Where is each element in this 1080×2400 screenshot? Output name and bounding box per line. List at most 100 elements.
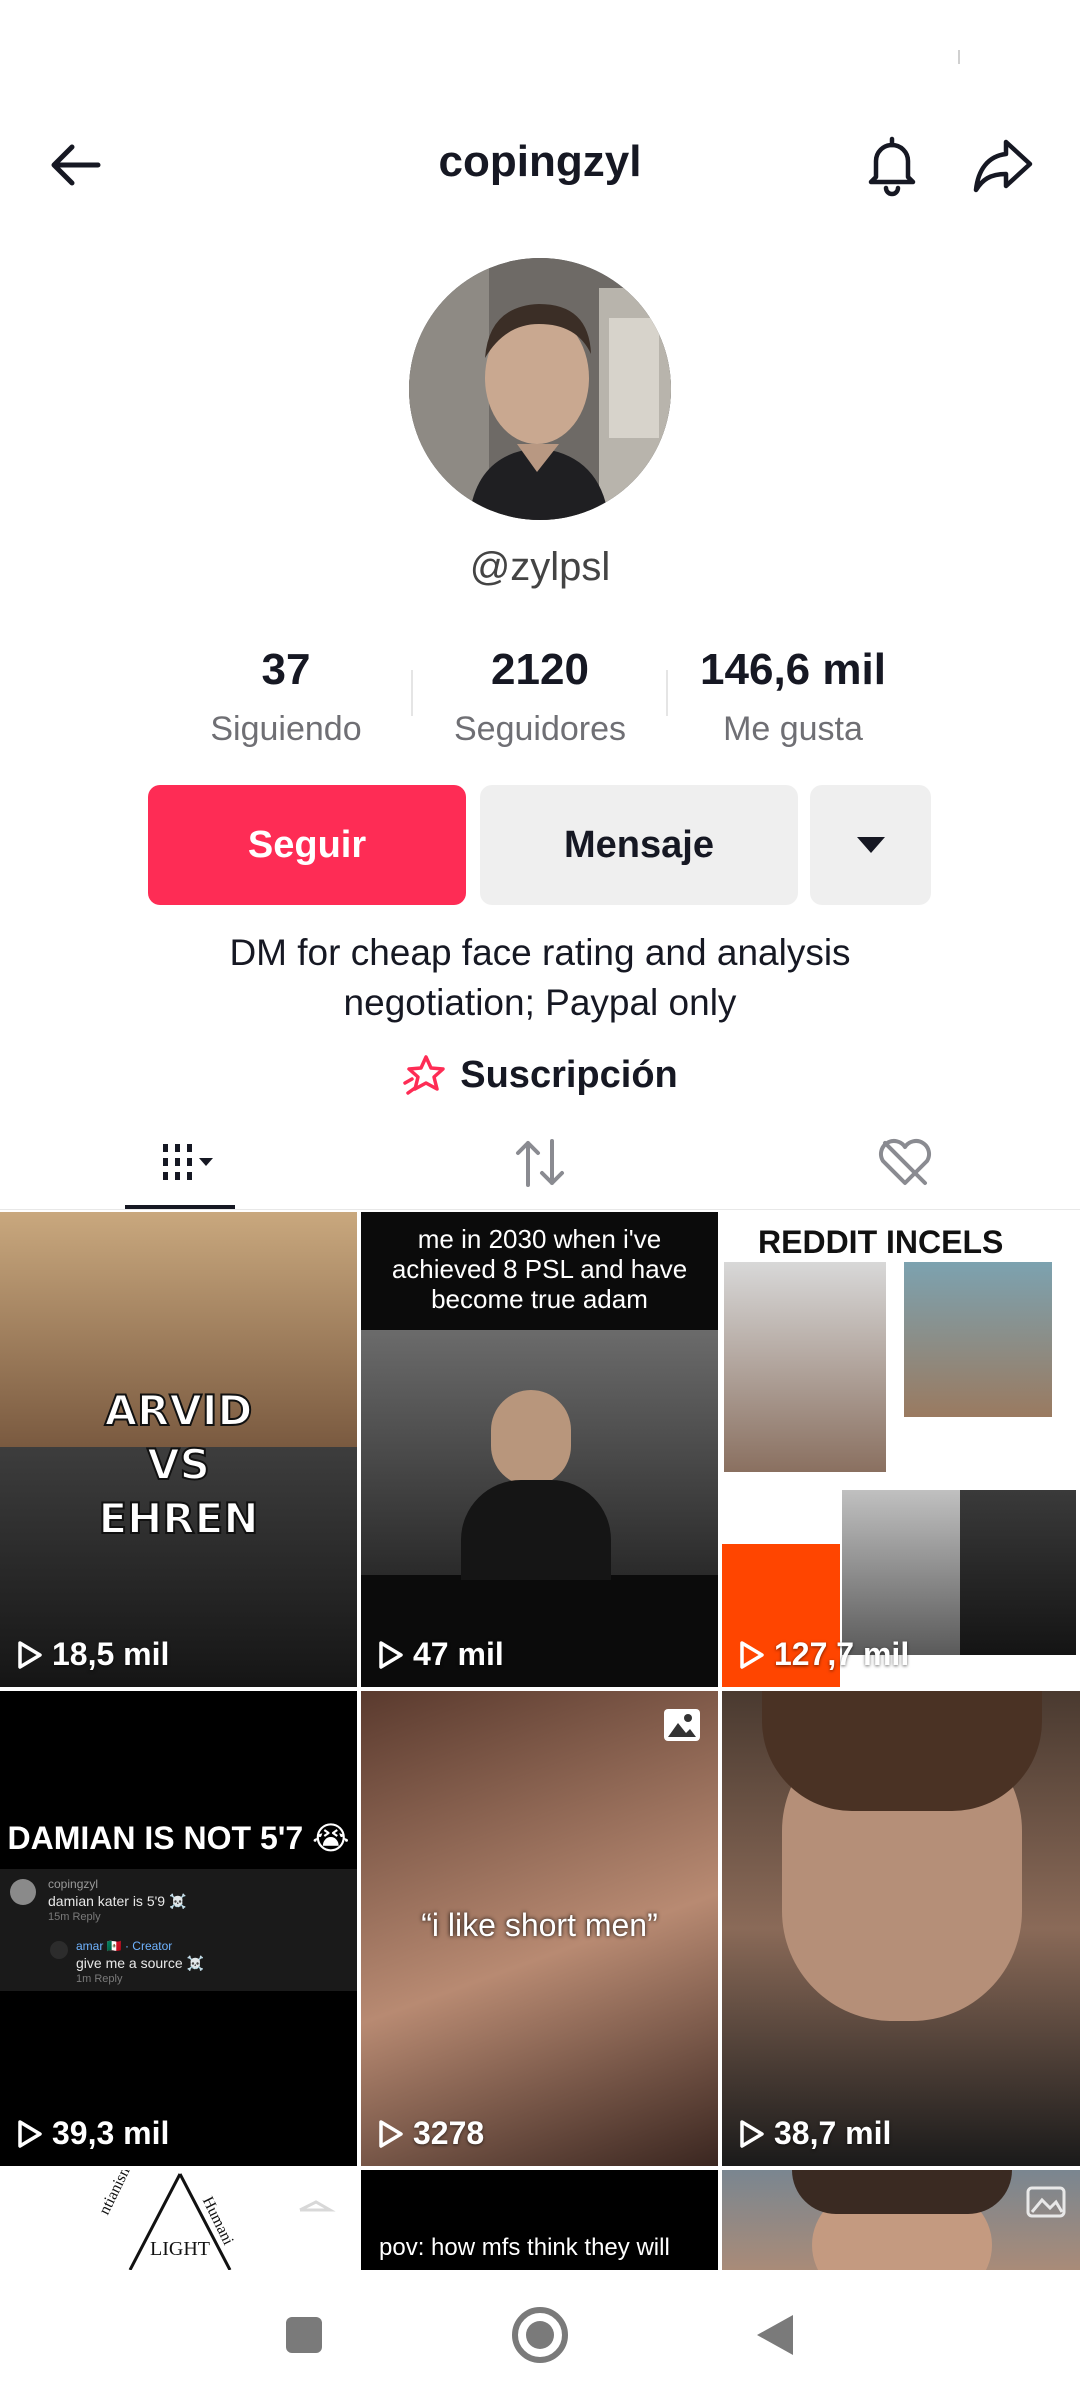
avatar[interactable] [409, 258, 671, 520]
home-button[interactable] [500, 2295, 580, 2375]
video-caption: DAMIAN IS NOT 5'7 😭 [7, 1820, 350, 1856]
profile-handle: @zylpsl [469, 545, 611, 589]
video-caption: REDDIT INCELS [758, 1224, 1004, 1260]
follow-button[interactable]: Seguir [148, 785, 466, 905]
video-thumbnail[interactable]: 38,7 mil [722, 1691, 1080, 2166]
play-icon [740, 1640, 764, 1669]
view-count: 127,7 mil [738, 1636, 909, 1673]
comment-avatar [10, 1879, 36, 1905]
stat-divider [666, 670, 668, 716]
profile-stats: 37 Siguiendo 2120 Seguidores 146,6 mil M… [0, 640, 1080, 760]
thumbnail-image [792, 2170, 1012, 2214]
view-count: 18,5 mil [16, 1636, 169, 1673]
subscription-star-icon [403, 1055, 445, 1095]
notifications-button[interactable] [852, 125, 932, 205]
thumbnail-image [842, 1490, 960, 1655]
view-count: 47 mil [377, 1636, 504, 1673]
play-icon [18, 2119, 42, 2148]
avatar-photo [409, 258, 671, 520]
profile-tabs [0, 1115, 1080, 1210]
video-thumbnail[interactable]: pov: how mfs think they will [361, 2170, 718, 2270]
comment-meta: 15m Reply [48, 1911, 101, 1923]
home-circle-icon [512, 2307, 568, 2363]
stat-value: 37 [261, 645, 311, 694]
stat-divider [411, 670, 413, 716]
active-tab-indicator [125, 1205, 235, 1209]
comment-user: amar 🇲🇽 · Creator [76, 1939, 173, 1953]
video-grid: ARVID VS EHREN 18,5 mil me in 2030 when … [0, 1212, 1080, 2270]
profile-bio: DM for cheap face rating and analysis ne… [100, 928, 980, 1028]
bio-line: negotiation; Paypal only [343, 982, 737, 1023]
video-caption: pov: how mfs think they will [379, 2234, 670, 2261]
share-arrow-icon [973, 139, 1033, 193]
stat-value: 2120 [491, 645, 589, 694]
view-count: 3278 [377, 2115, 484, 2152]
tab-liked[interactable] [855, 1115, 955, 1210]
video-thumbnail[interactable]: “i like short men” 3278 [361, 1691, 718, 2166]
subscription-link[interactable]: Suscripción [0, 1047, 1080, 1103]
caption-line: EHREN [97, 1493, 259, 1544]
view-count-label: 18,5 mil [52, 1636, 170, 1672]
play-icon [740, 2119, 764, 2148]
comment-screenshot: copingzyl damian kater is 5'9 ☠️ 15m Rep… [0, 1869, 357, 1991]
video-caption: “i like short men” [421, 1907, 658, 1943]
play-icon [379, 2119, 403, 2148]
recents-button[interactable] [264, 2295, 344, 2375]
logo-text: LIGHT [150, 2238, 210, 2260]
view-count: 39,3 mil [16, 2115, 169, 2152]
profile-header: copingzyl [0, 115, 1080, 215]
play-icon [18, 1640, 42, 1669]
thumbnail-image [960, 1490, 1076, 1655]
caret-down-icon [856, 837, 885, 853]
tab-videos[interactable] [125, 1115, 235, 1210]
message-button[interactable]: Mensaje [480, 785, 798, 905]
video-thumbnail[interactable]: ARVID VS EHREN 18,5 mil [0, 1212, 357, 1687]
comment-user: copingzyl [48, 1877, 99, 1891]
video-caption: me in 2030 when i've achieved 8 PSL and … [391, 1224, 688, 1314]
video-thumbnail[interactable]: REDDIT INCELS 127,7 mil [722, 1212, 1080, 1687]
bell-icon [868, 136, 916, 197]
view-count-label: 38,7 mil [774, 2115, 892, 2151]
tab-reposts[interactable] [490, 1115, 590, 1210]
view-count-label: 39,3 mil [52, 2115, 170, 2151]
thumbnail-image [361, 1330, 718, 1580]
view-count-label: 127,7 mil [774, 1636, 910, 1672]
comment-text: give me a source ☠️ [76, 1955, 204, 1971]
video-thumbnail[interactable]: DAMIAN IS NOT 5'7 😭 copingzyl damian kat… [0, 1691, 357, 2166]
square-icon [286, 2317, 322, 2353]
video-thumbnail[interactable] [722, 2170, 1080, 2270]
thumbnail-image [904, 1262, 1052, 1417]
triangle-back-icon [757, 2315, 793, 2355]
video-caption: ARVID VS EHREN [0, 1384, 357, 1546]
system-nav-bar [0, 2270, 1080, 2400]
comment-avatar [50, 1941, 68, 1959]
photo-post-icon [662, 1707, 702, 1748]
repost-icon [516, 1138, 564, 1187]
video-thumbnail[interactable]: me in 2030 when i've achieved 8 PSL and … [361, 1212, 718, 1687]
view-count-label: 3278 [413, 2115, 485, 2151]
bio-line: DM for cheap face rating and analysis [229, 932, 851, 973]
stat-followers[interactable]: 2120 Seguidores [420, 640, 660, 749]
back-nav-button[interactable] [735, 2295, 815, 2375]
thumbnail-image [762, 1691, 1042, 1811]
comment-meta: 1m Reply [76, 1973, 123, 1985]
video-thumbnail[interactable]: LIGHT ntianism Humani [0, 2170, 357, 2270]
thumbnail-image [724, 1262, 886, 1472]
more-options-button[interactable] [810, 785, 931, 905]
status-bar [0, 0, 1080, 100]
play-icon [379, 1640, 403, 1669]
stat-label: Siguiendo [210, 710, 362, 748]
profile-actions: Seguir Mensaje [0, 785, 1080, 905]
hidden-heart-icon [879, 1138, 931, 1185]
view-count: 38,7 mil [738, 2115, 891, 2152]
subscription-label: Suscripción [460, 1053, 678, 1096]
stat-likes[interactable]: 146,6 mil Me gusta [673, 640, 913, 749]
caption-line: ARVID [104, 1385, 254, 1436]
grid-columns-icon [163, 1143, 213, 1180]
stat-following[interactable]: 37 Siguiendo [166, 640, 406, 749]
stat-label: Me gusta [723, 710, 863, 748]
comment-text: damian kater is 5'9 ☠️ [48, 1893, 187, 1909]
caption-line: VS [146, 1439, 211, 1490]
status-indicator [958, 50, 960, 64]
share-button[interactable] [963, 125, 1043, 205]
